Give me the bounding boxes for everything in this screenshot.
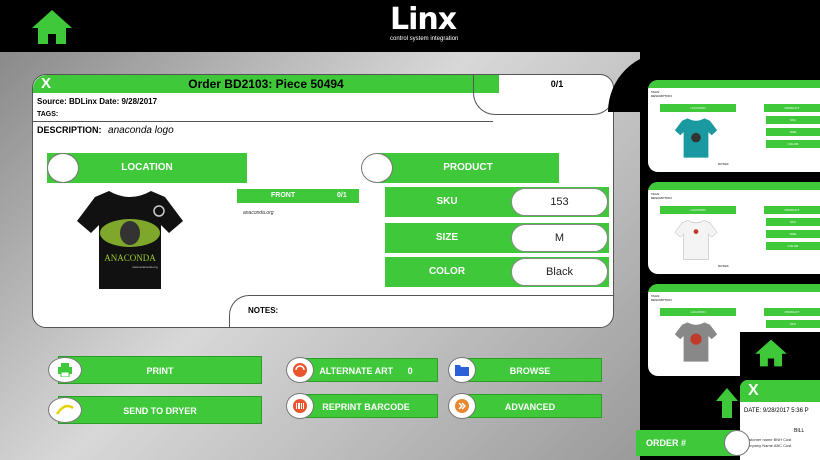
order-card: Order BD2103: Piece 50494 X 0/1 Source: … (32, 74, 614, 328)
front-url: anaconda.org (243, 210, 274, 216)
color-row: COLOR Black (385, 257, 609, 287)
advanced-label: ADVANCED (504, 402, 556, 412)
color-label: COLOR (428, 266, 466, 277)
notes-area[interactable]: NOTES: (229, 295, 613, 327)
queue-card-2[interactable]: TAGS: DESCRIPTION: LOCATION PRODUCT SKU … (648, 182, 820, 274)
overlay-date: DATE: 9/28/2017 5:36 P (744, 408, 809, 414)
front-count: 0/1 (337, 192, 347, 199)
description-label: DESCRIPTION: (37, 125, 102, 135)
printer-icon[interactable] (48, 357, 82, 383)
browse-label: BROWSE (509, 366, 551, 376)
swap-icon[interactable] (286, 357, 314, 383)
browse-button[interactable]: BROWSE (458, 358, 602, 382)
notes-label: NOTES: (248, 306, 279, 315)
front-location-bar[interactable]: FRONT 0/1 (237, 189, 359, 203)
order-title: Order BD2103: Piece 50494 (188, 77, 344, 91)
shirt-image: ANACONDA www.anaconda.org (77, 191, 183, 289)
mini-description: DESCRIPTION: (651, 94, 673, 98)
top-bar: Linx control system integration (0, 0, 820, 52)
overlay-customer: Customer name BNH Cust (744, 437, 792, 442)
mini-size: SIZE (766, 128, 820, 136)
arrow-up-icon[interactable] (716, 388, 738, 418)
mini-sku: SKU (766, 320, 820, 328)
divider (33, 121, 493, 122)
source-line: Source: BDLinx Date: 9/28/2017 (37, 97, 158, 106)
print-button[interactable]: PRINT (58, 356, 262, 384)
mini-size: SIZE (766, 230, 820, 238)
overlay-company: Company Name ABC Cust (744, 443, 792, 448)
barcode-icon[interactable] (286, 393, 314, 419)
overlay-close-button[interactable]: X (748, 382, 759, 400)
queue-card-header (648, 80, 820, 88)
mini-product: PRODUCT (764, 206, 820, 214)
mini-shirt-image (674, 322, 718, 362)
queue-card-header (648, 182, 820, 190)
description: DESCRIPTION: anaconda logo (37, 125, 174, 136)
mini-sku: SKU (766, 218, 820, 226)
logo-word: Linx (390, 2, 457, 37)
description-value: anaconda logo (108, 125, 174, 136)
home-icon[interactable] (752, 338, 790, 368)
location-toggle[interactable] (47, 153, 79, 183)
home-icon[interactable] (30, 8, 74, 46)
order-number-label: ORDER # (646, 438, 687, 448)
order-count: 0/1 (550, 79, 564, 89)
alternate-art-button[interactable]: ALTERNATE ART 0 (294, 358, 438, 382)
logo-tagline: control system integration (390, 36, 459, 42)
overlay-card: X DATE: 9/28/2017 5:36 P BILL Customer n… (740, 380, 820, 460)
mini-location: LOCATION (660, 308, 736, 316)
queue-card-1[interactable]: TAGS: DESCRIPTION: LOCATION PRODUCT SKU … (648, 80, 820, 172)
sku-row: SKU 153 (385, 187, 609, 217)
mini-color: COLOR (766, 140, 820, 148)
product-button[interactable]: PRODUCT (377, 153, 559, 183)
mini-shirt-image (674, 118, 718, 158)
mini-location: LOCATION (660, 206, 736, 214)
overlay-bill: BILL (794, 428, 805, 434)
mini-shirt-image (674, 220, 718, 260)
mini-color: COLOR (766, 242, 820, 250)
close-button[interactable]: X (41, 76, 51, 92)
size-row: SIZE M (385, 223, 609, 253)
size-value[interactable]: M (511, 224, 608, 252)
mini-description: DESCRIPTION: (651, 196, 673, 200)
fast-forward-icon[interactable] (448, 393, 476, 419)
mini-product: PRODUCT (764, 308, 820, 316)
order-number-button[interactable]: ORDER # (636, 430, 736, 456)
alternate-art-label: ALTERNATE ART (319, 366, 394, 376)
print-label: PRINT (146, 366, 174, 376)
reprint-barcode-button[interactable]: REPRINT BARCODE (294, 394, 438, 418)
order-number-toggle[interactable] (724, 430, 750, 456)
order-card-header: Order BD2103: Piece 50494 X (33, 75, 499, 93)
color-value[interactable]: Black (511, 258, 608, 286)
mini-notes: NOTES: (718, 264, 730, 268)
dryer-icon[interactable] (48, 397, 82, 423)
folder-icon[interactable] (448, 357, 476, 383)
size-label: SIZE (435, 232, 459, 243)
sku-value[interactable]: 153 (511, 188, 608, 216)
mini-sku: SKU (766, 116, 820, 124)
advanced-button[interactable]: ADVANCED (458, 394, 602, 418)
sku-label: SKU (436, 196, 458, 207)
mini-notes: NOTES: (718, 162, 730, 166)
location-label: LOCATION (121, 162, 173, 173)
reprint-barcode-label: REPRINT BARCODE (322, 402, 410, 412)
shirt-art-url: www.anaconda.org (132, 265, 158, 269)
mini-description: DESCRIPTION: (651, 298, 673, 302)
alternate-art-count: 0 (407, 366, 413, 376)
mini-product: PRODUCT (764, 104, 820, 112)
product-label: PRODUCT (443, 162, 493, 173)
product-toggle[interactable] (361, 153, 393, 183)
shirt-art-text: ANACONDA (104, 253, 156, 263)
mini-location: LOCATION (660, 104, 736, 112)
linx-logo: Linx control system integration (390, 2, 490, 46)
send-to-dryer-label: SEND TO DRYER (123, 406, 197, 416)
front-label: FRONT (271, 192, 296, 199)
tags-label: TAGS: (37, 111, 59, 118)
queue-card-header (648, 284, 820, 292)
send-to-dryer-button[interactable]: SEND TO DRYER (58, 396, 262, 424)
